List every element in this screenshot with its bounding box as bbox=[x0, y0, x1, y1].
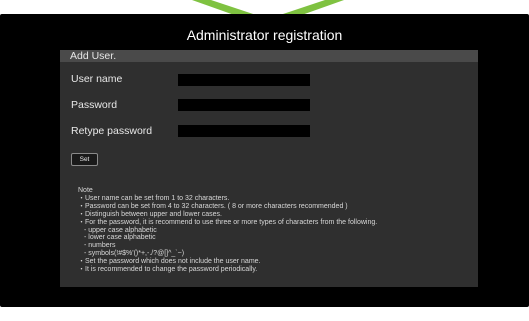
set-button[interactable]: Set bbox=[71, 153, 98, 166]
note-line: - symbols(!#$%'()*+,-./?@[]^_`~) bbox=[84, 250, 185, 258]
password-label: Password bbox=[71, 99, 118, 111]
page-title: Administrator registration bbox=[186, 27, 343, 43]
form-header: Add User. bbox=[60, 50, 478, 62]
note-line: ・Distinguish between upper and lower cas… bbox=[78, 210, 222, 218]
note-line: ・User name can be set from 1 to 32 chara… bbox=[78, 194, 230, 202]
note-line: ・Set the password which does not include… bbox=[78, 258, 261, 266]
retype-password-label: Retype password bbox=[71, 125, 153, 137]
note-line: - upper case alphabetic bbox=[84, 226, 157, 234]
note-line: ・For the password, it is recommend to us… bbox=[78, 218, 378, 226]
app-frame: Administrator registration Add User. Use… bbox=[0, 0, 529, 321]
note-line: - numbers bbox=[84, 242, 116, 250]
note-line: ・Password can be set from 4 to 32 charac… bbox=[78, 202, 348, 210]
note-heading: Note bbox=[78, 187, 93, 194]
retype-password-input[interactable] bbox=[178, 125, 310, 137]
username-input[interactable] bbox=[178, 74, 310, 86]
password-input[interactable] bbox=[178, 99, 310, 111]
note-line: ・It is recommended to change the passwor… bbox=[78, 266, 258, 274]
username-label: User name bbox=[71, 73, 123, 85]
note-line: - lower case alphabetic bbox=[84, 234, 156, 242]
note-text: Note ・User name can be set from 1 to 32 … bbox=[78, 187, 473, 274]
